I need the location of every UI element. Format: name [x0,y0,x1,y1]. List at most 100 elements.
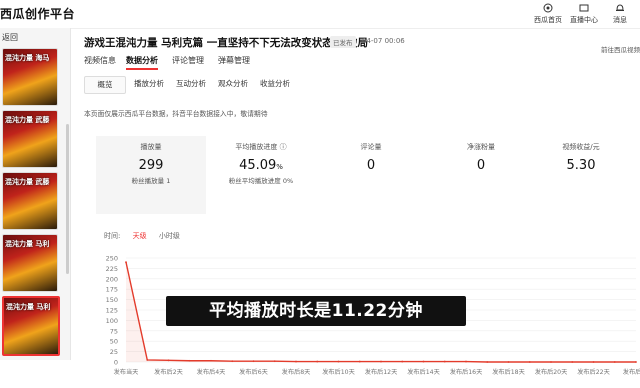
data-point [635,361,637,363]
data-point [125,261,127,264]
video-list-sidebar: 返回 混沌力量 海马 混沌力量 武藤 混沌力量 武藤 混沌力量 马利 混沌力量 … [0,28,71,360]
metric-revenue[interactable]: 视频收益/元 5.30 [536,136,626,214]
back-label: 返回 [2,33,18,42]
data-point [528,361,531,363]
tv-icon [579,4,589,12]
metric-value: 45.09 [239,158,277,173]
x-tick-label: 发布后24 [623,368,640,376]
metric-label: 评论量 [360,143,382,151]
video-thumb-selected[interactable]: 混沌力量 马利 [2,296,60,356]
messages-button[interactable]: 消息 [602,3,638,25]
data-point [465,360,467,363]
metric-avg-progress[interactable]: 平均播放进度 ⓘ 45.09% 粉丝平均播放进度 0% [206,136,316,214]
metric-label: 播放量 [140,143,162,151]
app-logo[interactable]: 西瓜创作平台 [0,5,75,22]
x-tick-label: 发布后4天 [197,368,226,376]
y-tick-label: 200 [106,275,118,283]
tab-data-analysis[interactable]: 数据分析 [126,55,158,70]
y-tick-label: 75 [110,327,118,335]
y-tick-label: 250 [106,255,118,263]
tab-danmaku[interactable]: 弹幕管理 [218,55,250,66]
metric-value: 5.30 [566,158,596,173]
go-xigua-link[interactable]: 前往西瓜视频 [601,44,640,54]
data-point [295,360,297,363]
y-tick-label: 125 [106,307,118,315]
data-point [507,361,510,363]
data-point [337,360,340,363]
subtab-overview[interactable]: 概览 [84,76,126,94]
data-point [273,360,276,363]
metrics-row: 播放量 299 粉丝播放量 1 平均播放进度 ⓘ 45.09% 粉丝平均播放进度… [96,136,626,214]
x-tick-label: 发布当天 [114,368,139,376]
publish-date: 04-07 00:06 [362,37,405,45]
x-tick-label: 发布后20天 [535,368,568,376]
data-point [210,359,212,362]
data-point [252,360,255,363]
subtab-audience-analysis[interactable]: 观众分析 [212,76,254,92]
data-point [231,360,234,363]
metric-unit: % [276,163,283,171]
data-point [550,361,552,363]
y-tick-label: 175 [106,286,118,294]
video-thumb[interactable]: 混沌力量 武藤 [2,172,58,230]
data-point [592,361,595,363]
x-tick-label: 发布后22天 [577,368,610,376]
data-point [571,361,574,363]
time-granularity: 时间: 天级 小时级 [104,231,190,241]
bell-icon [616,4,624,11]
metric-value: 299 [138,158,164,173]
data-point [613,361,616,363]
data-point [188,359,191,362]
metric-plays[interactable]: 播放量 299 粉丝播放量 1 [96,136,206,214]
video-subtitle-caption: 平均播放时长是11.22分钟 [166,296,466,326]
status-badge: 已发布 [330,36,356,48]
x-tick-label: 发布后10天 [322,368,355,376]
target-icon [543,3,553,13]
x-tick-label: 发布后6天 [239,368,268,376]
time-hour-option[interactable]: 小时级 [159,232,180,240]
x-tick-label: 发布后14天 [407,368,440,376]
metric-value: 0 [476,158,486,173]
video-thumb[interactable]: 混沌力量 武藤 [2,110,58,168]
metric-label: 平均播放进度 ⓘ [235,143,287,151]
data-point [401,360,404,363]
xigua-home-button[interactable]: 西瓜首页 [530,3,566,25]
data-point [316,360,319,363]
video-thumb[interactable]: 混沌力量 马利 [2,234,58,292]
metric-net-followers[interactable]: 净涨粉量 0 [426,136,536,214]
top-bar: 西瓜创作平台 西瓜首页 直播中心 消息 [0,0,640,29]
y-tick-label: 100 [106,317,118,325]
video-thumb[interactable]: 混沌力量 海马 [2,48,58,106]
subtab-bar: 概览 播放分析 互动分析 观众分析 收益分析 [84,76,634,94]
subtab-revenue-analysis[interactable]: 收益分析 [254,76,296,92]
subtab-interaction-analysis[interactable]: 互动分析 [170,76,212,92]
x-tick-label: 发布后12天 [365,368,398,376]
subtab-play-analysis[interactable]: 播放分析 [128,76,170,92]
y-tick-label: 50 [110,338,118,346]
x-tick-label: 发布后18天 [492,368,525,376]
metric-sub: 粉丝播放量 1 [131,177,171,185]
y-tick-label: 150 [106,296,118,304]
data-point [358,360,361,363]
y-tick-label: 225 [106,265,118,273]
time-label: 时间: [104,232,121,240]
data-point [422,360,425,363]
metric-label: 视频收益/元 [562,143,600,151]
metric-value: 0 [366,158,376,173]
y-tick-label: 25 [110,348,118,356]
platform-notice: 本页面仅展示西瓜平台数据，抖音平台数据接入中，敬请期待 [84,110,268,118]
scrollbar[interactable] [66,124,69,274]
video-title: 游戏王混沌力量 马利克篇 一直坚持不下无法改变状态 能破局 [84,37,368,49]
tab-comments[interactable]: 评论管理 [172,55,204,66]
metric-label: 净涨粉量 [467,143,495,151]
tab-video-info[interactable]: 视频信息 [84,55,116,66]
data-point [486,361,489,363]
back-button[interactable]: 返回 [2,32,18,43]
data-point [380,360,382,363]
metric-comments[interactable]: 评论量 0 [316,136,426,214]
time-day-option[interactable]: 天级 [133,232,147,240]
data-point [443,360,446,363]
x-tick-label: 发布后16天 [450,368,483,376]
x-tick-label: 发布后2天 [154,368,183,376]
live-center-button[interactable]: 直播中心 [566,3,602,25]
